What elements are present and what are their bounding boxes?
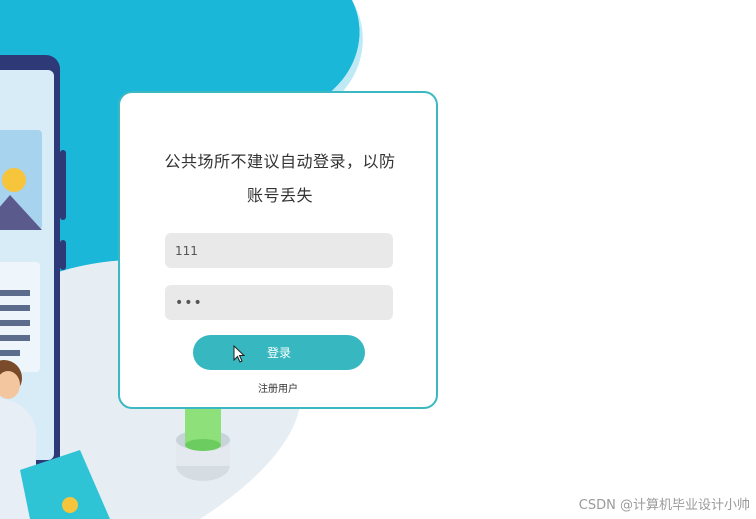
doc-line-5: [0, 350, 20, 356]
login-card: 公共场所不建议自动登录，以防账号丢失 登录 注册用户: [118, 91, 438, 409]
phone-side-button: [60, 150, 66, 220]
watermark-text: CSDN @计算机毕业设计小帅: [578, 498, 750, 513]
green-beam-bottom: [185, 439, 221, 451]
register-link[interactable]: 注册用户: [120, 380, 436, 395]
doc-line-3: [0, 320, 30, 326]
login-page: 公共场所不建议自动登录，以防账号丢失 登录 注册用户 CSDN @计算机毕业设计…: [0, 0, 756, 519]
login-button[interactable]: 登录: [193, 335, 365, 370]
doc-line-2: [0, 305, 30, 311]
doc-line-4: [0, 335, 30, 341]
password-input[interactable]: [165, 285, 393, 320]
security-notice: 公共场所不建议自动登录，以防账号丢失: [164, 152, 396, 205]
phone-side-button-2: [60, 240, 66, 270]
mouse-pointer-icon: [233, 345, 245, 363]
doc-line-1: [0, 290, 30, 296]
username-input[interactable]: [165, 233, 393, 268]
small-card-dot: [62, 497, 78, 513]
sun-shape: [2, 168, 26, 192]
